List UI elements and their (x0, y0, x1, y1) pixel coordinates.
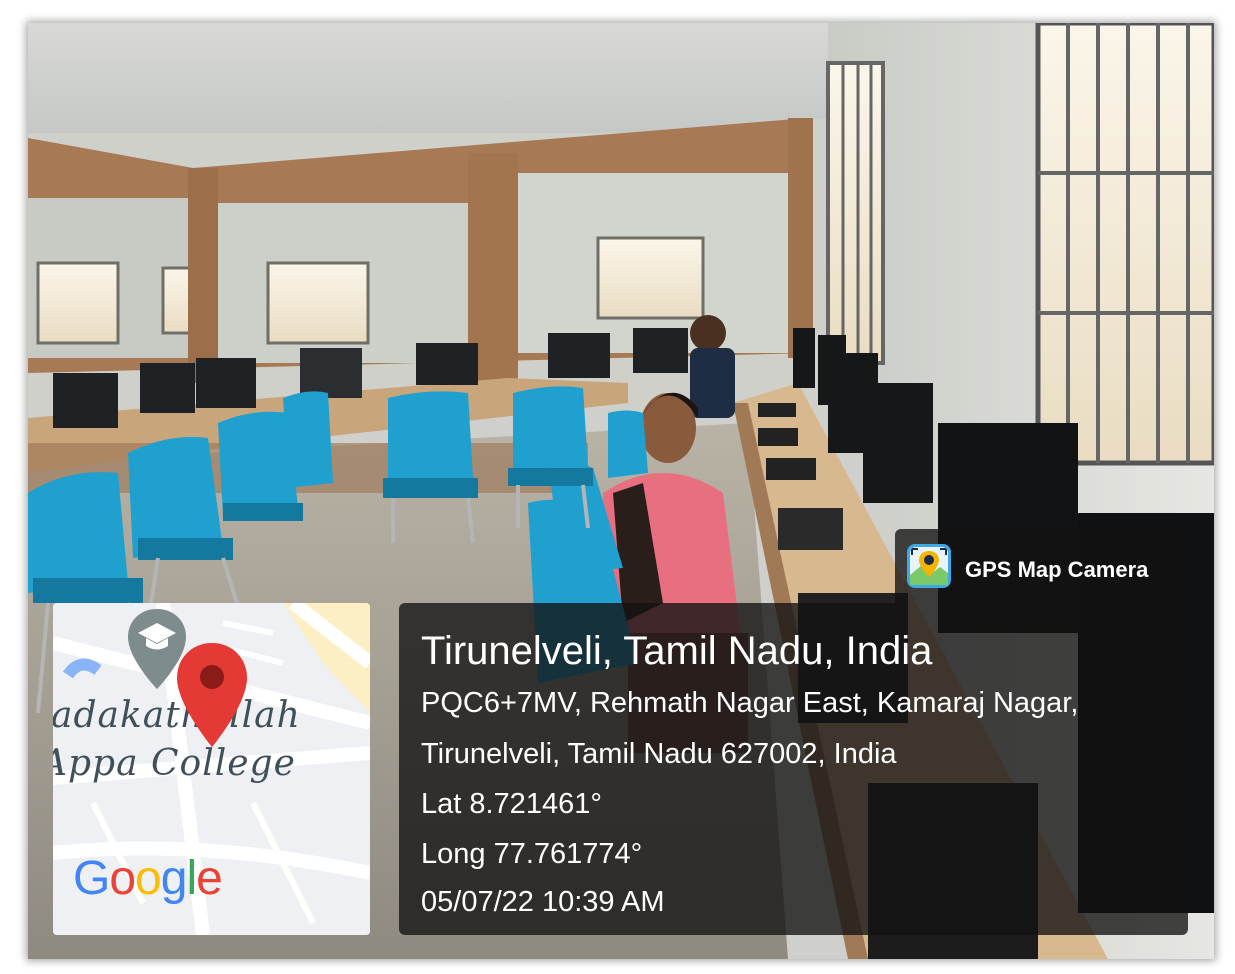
google-logo-letter: g (160, 852, 188, 905)
address-line-1: PQC6+7MV, Rehmath Nagar East, Kamaraj Na… (421, 687, 1079, 719)
google-logo: Google (73, 851, 223, 906)
photo-frame: adakathullah Appa College Google GPS Map… (28, 23, 1214, 959)
google-logo-letter: l (186, 852, 197, 905)
latitude: Lat 8.721461° (421, 788, 602, 820)
google-logo-letter: o (109, 852, 136, 905)
google-logo-letter: G (73, 852, 110, 905)
google-logo-letter: e (196, 852, 223, 905)
map-campus-label-line2: Appa College (53, 743, 296, 784)
location-info-card: Tirunelveli, Tamil Nadu, India PQC6+7MV,… (399, 603, 1188, 935)
map-pin-icon (177, 643, 247, 747)
app-name: GPS Map Camera (965, 557, 1149, 582)
google-logo-letter: o (135, 852, 162, 905)
gps-map-camera-badge: GPS Map Camera (895, 529, 1188, 603)
location-title: Tirunelveli, Tamil Nadu, India (421, 629, 933, 673)
gps-camera-icon (907, 544, 951, 588)
map-thumbnail: adakathullah Appa College Google (53, 603, 370, 935)
longitude: Long 77.761774° (421, 838, 643, 870)
timestamp: 05/07/22 10:39 AM (421, 886, 665, 918)
address-line-2: Tirunelveli, Tamil Nadu 627002, India (421, 738, 897, 770)
